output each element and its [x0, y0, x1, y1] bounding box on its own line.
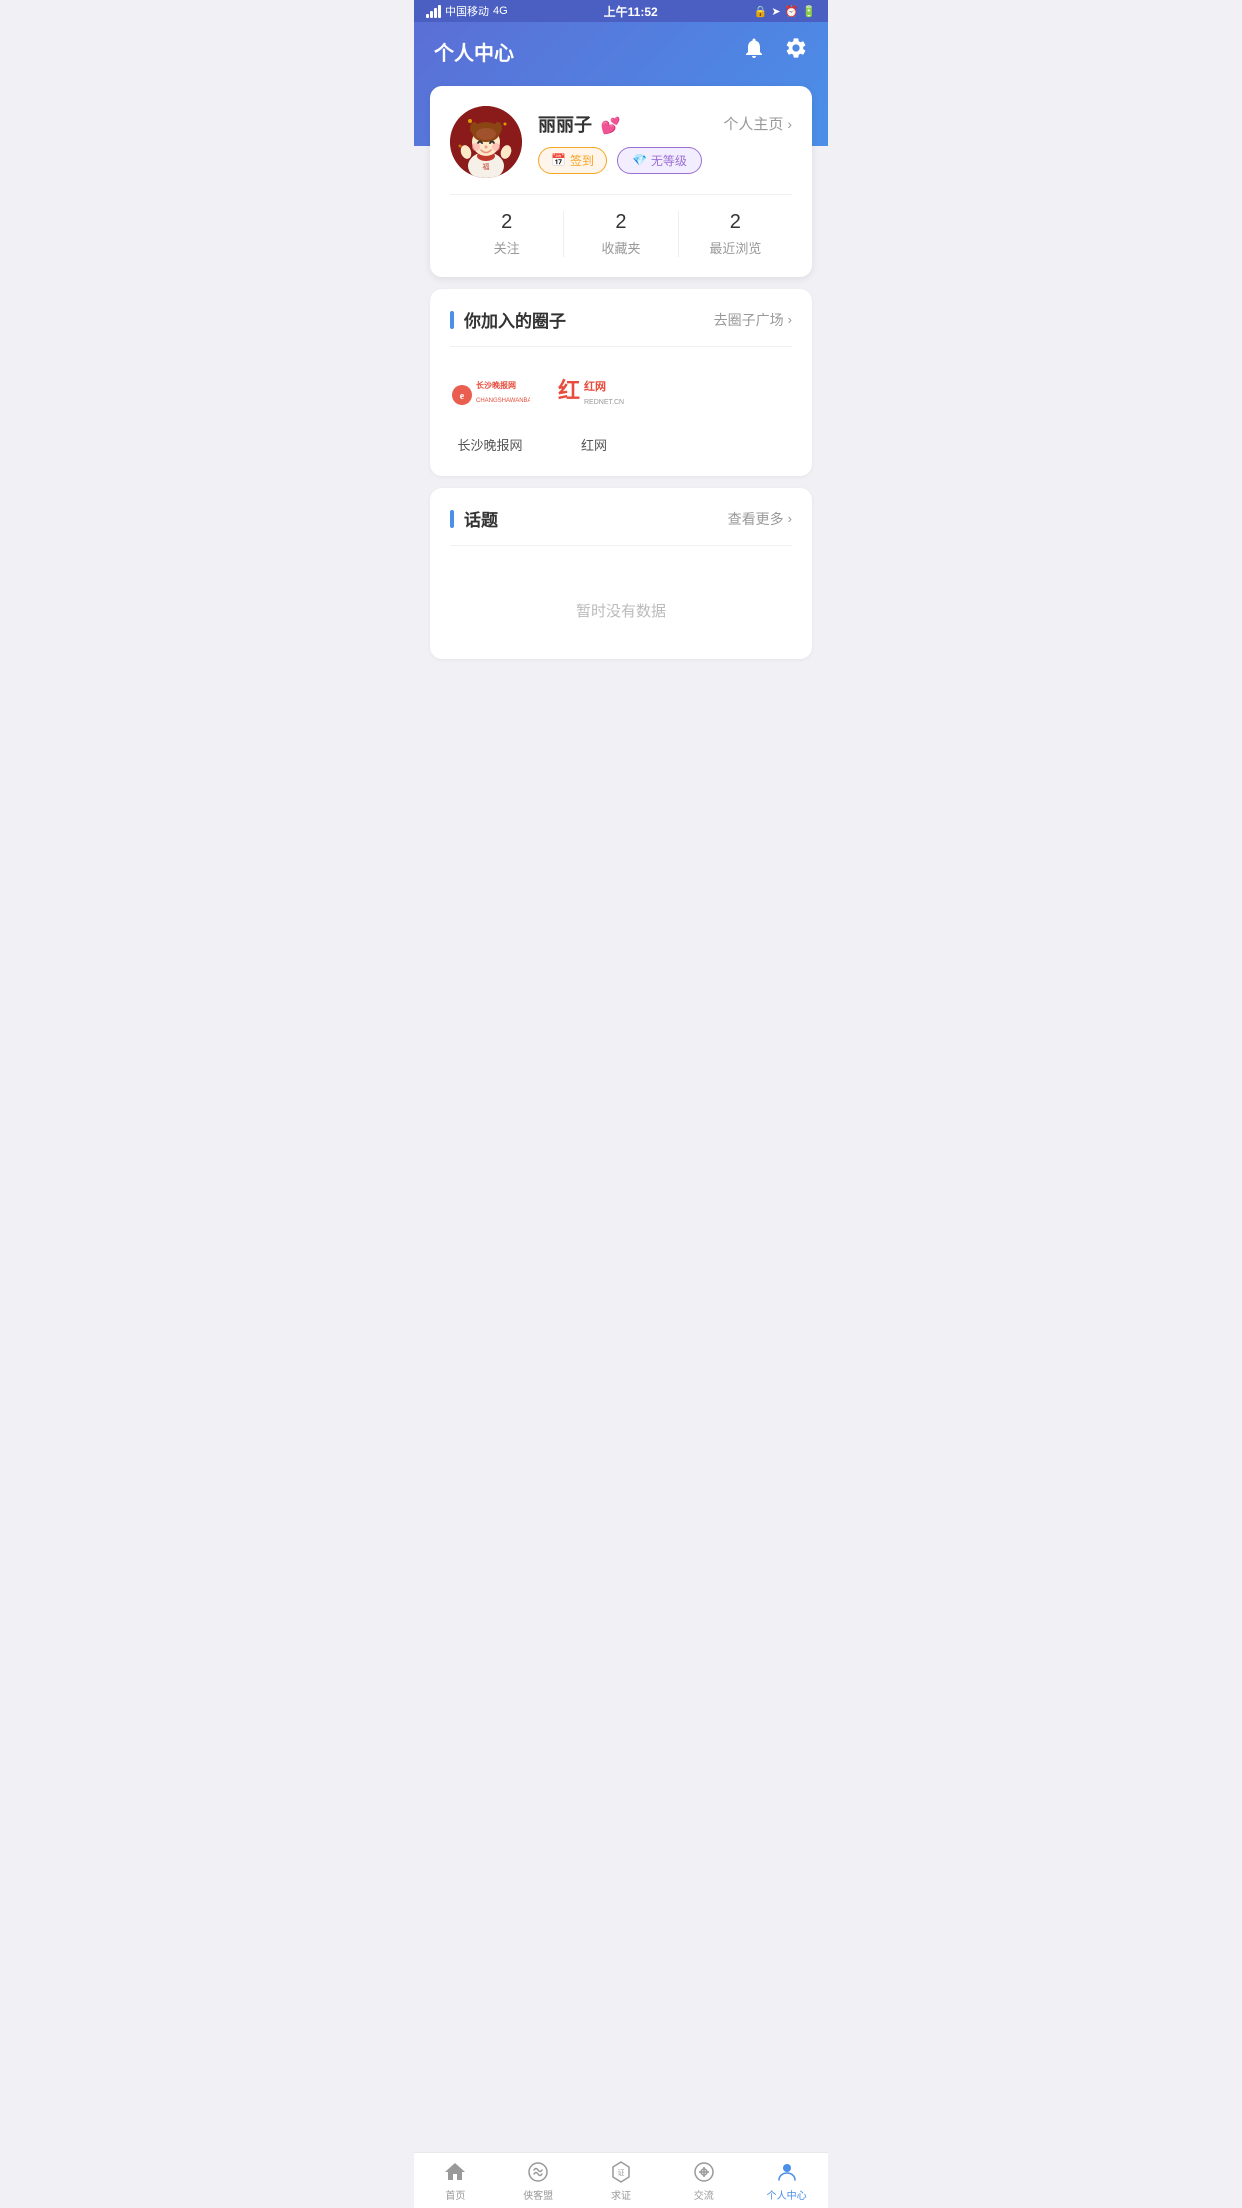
- homepage-label: 个人主页: [723, 113, 783, 134]
- topics-divider: [450, 545, 792, 546]
- circles-title: 你加入的圈子: [464, 307, 566, 332]
- section-bar-icon: [450, 311, 454, 329]
- status-left: 中国移动 4G: [426, 3, 508, 19]
- circle-item-rednet[interactable]: 红 红网 REDNET.CN 红网: [554, 365, 634, 454]
- time-label: 上午11:52: [604, 3, 658, 20]
- nav-profile-label: 个人中心: [767, 2187, 807, 2202]
- alarm-icon: ⏰: [785, 5, 799, 18]
- recent-label: 最近浏览: [679, 238, 792, 257]
- circles-link-label: 去圈子广场: [714, 310, 784, 330]
- profile-info: 丽丽子 💕 个人主页 › 📅 签到 💎 无等级: [538, 111, 792, 174]
- signal-icon: [426, 5, 441, 18]
- profile-badges: 📅 签到 💎 无等级: [538, 147, 792, 174]
- svg-text:福: 福: [483, 162, 490, 171]
- favorites-label: 收藏夹: [564, 238, 677, 257]
- nav-xiake-label: 侠客盟: [523, 2187, 553, 2202]
- svg-text:长沙晚报网: 长沙晚报网: [476, 380, 516, 390]
- chevron-icon: ›: [788, 312, 792, 327]
- checkin-label: 签到: [570, 152, 594, 169]
- circles-section: 你加入的圈子 去圈子广场 › e 长沙晚报网 CHANGSHAWANBAO 长沙…: [430, 289, 812, 476]
- recent-count: 2: [679, 211, 792, 234]
- chevron-right-icon: ›: [787, 116, 792, 132]
- topics-section: 话题 查看更多 › 暂时没有数据: [430, 488, 812, 659]
- nav-qiuzheng-label: 求证: [611, 2187, 631, 2202]
- bottom-nav: 首页 侠客盟 证 求证 交流 个人中心: [414, 2152, 828, 2208]
- diamond-icon: 💎: [632, 153, 647, 167]
- circle-name-rednet: 红网: [581, 435, 607, 454]
- nav-home[interactable]: 首页: [414, 2153, 497, 2208]
- battery-icon: 🔋: [802, 5, 816, 18]
- svg-text:证: 证: [617, 2169, 624, 2177]
- settings-icon[interactable]: [784, 36, 808, 66]
- profile-card: 福 丽丽子 💕 个人主页 › 📅 签到 💎: [430, 86, 812, 277]
- level-badge[interactable]: 💎 无等级: [617, 147, 702, 174]
- topics-link[interactable]: 查看更多 ›: [728, 509, 792, 529]
- stat-following[interactable]: 2 关注: [450, 211, 563, 257]
- topics-chevron-icon: ›: [788, 511, 792, 526]
- nav-profile[interactable]: 个人中心: [745, 2153, 828, 2208]
- checkin-icon: 📅: [551, 153, 566, 167]
- avatar[interactable]: 福: [450, 106, 522, 178]
- circle-logo-rednet: 红 红网 REDNET.CN: [554, 365, 634, 425]
- stats-row: 2 关注 2 收藏夹 2 最近浏览: [450, 211, 792, 257]
- stat-recent[interactable]: 2 最近浏览: [678, 211, 792, 257]
- nav-xiake[interactable]: 侠客盟: [497, 2153, 580, 2208]
- stat-favorites[interactable]: 2 收藏夹: [563, 211, 677, 257]
- svg-text:e: e: [460, 391, 465, 402]
- svg-text:CHANGSHAWANBAO: CHANGSHAWANBAO: [476, 398, 530, 404]
- topics-link-label: 查看更多: [728, 509, 784, 529]
- header-actions: [742, 36, 808, 66]
- topics-header: 话题 查看更多 ›: [450, 506, 792, 531]
- following-label: 关注: [450, 238, 563, 257]
- topics-title: 话题: [464, 506, 498, 531]
- profile-name-group: 丽丽子 💕: [538, 111, 620, 137]
- location-icon: ➤: [771, 5, 780, 18]
- checkin-badge[interactable]: 📅 签到: [538, 147, 607, 174]
- topics-bar-icon: [450, 510, 454, 528]
- circle-logo-changsha: e 长沙晚报网 CHANGSHAWANBAO: [450, 365, 530, 425]
- status-bar: 中国移动 4G 上午11:52 🔒 ➤ ⏰ 🔋: [414, 0, 828, 22]
- profile-homepage-link[interactable]: 个人主页 ›: [723, 113, 792, 134]
- svg-text:红: 红: [558, 378, 580, 403]
- circles-header: 你加入的圈子 去圈子广场 ›: [450, 307, 792, 332]
- profile-divider: [450, 194, 792, 195]
- profile-name-row: 丽丽子 💕 个人主页 ›: [538, 111, 792, 137]
- circle-name-changsha: 长沙晚报网: [457, 435, 522, 454]
- svg-text:REDNET.CN: REDNET.CN: [584, 399, 624, 406]
- network-label: 4G: [493, 5, 508, 17]
- circles-link[interactable]: 去圈子广场 ›: [714, 310, 792, 330]
- nav-qiuzheng[interactable]: 证 求证: [580, 2153, 663, 2208]
- profile-top: 福 丽丽子 💕 个人主页 › 📅 签到 💎: [450, 106, 792, 178]
- topics-title-group: 话题: [450, 506, 498, 531]
- level-label: 无等级: [651, 152, 687, 169]
- nav-jiaoliu-label: 交流: [694, 2187, 714, 2202]
- profile-name: 丽丽子: [538, 115, 592, 135]
- topics-empty-state: 暂时没有数据: [450, 560, 792, 641]
- svg-text:红网: 红网: [584, 379, 606, 393]
- carrier-label: 中国移动: [445, 3, 489, 19]
- profile-emoji: 💕: [600, 118, 620, 135]
- circle-item-changsha[interactable]: e 长沙晚报网 CHANGSHAWANBAO 长沙晚报网: [450, 365, 530, 454]
- empty-text: 暂时没有数据: [576, 603, 666, 620]
- page-title: 个人中心: [434, 37, 514, 66]
- favorites-count: 2: [564, 211, 677, 234]
- circles-grid: e 长沙晚报网 CHANGSHAWANBAO 长沙晚报网 红 红网 REDNET…: [450, 361, 792, 458]
- notification-icon[interactable]: [742, 36, 766, 66]
- nav-jiaoliu[interactable]: 交流: [662, 2153, 745, 2208]
- following-count: 2: [450, 211, 563, 234]
- lock-icon: 🔒: [754, 5, 768, 18]
- circles-title-group: 你加入的圈子: [450, 307, 566, 332]
- status-right: 🔒 ➤ ⏰ 🔋: [754, 5, 816, 18]
- nav-home-label: 首页: [445, 2187, 465, 2202]
- circles-divider: [450, 346, 792, 347]
